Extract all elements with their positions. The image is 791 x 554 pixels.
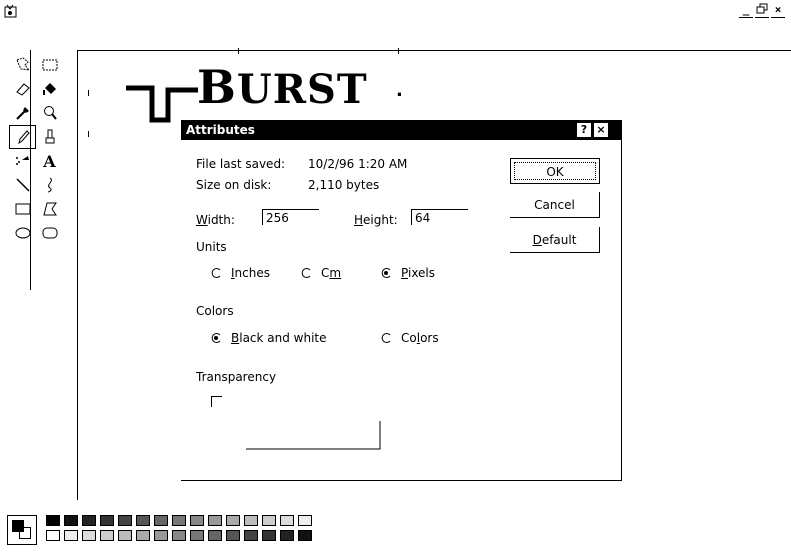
palette-swatch[interactable] <box>46 515 60 526</box>
size-on-disk-label: Size on disk: <box>196 178 272 192</box>
palette-swatch[interactable] <box>208 515 222 526</box>
palette-swatch[interactable] <box>244 530 258 541</box>
text-icon[interactable]: A <box>37 150 62 172</box>
palette-swatch[interactable] <box>46 530 60 541</box>
transparency-label: Transparency <box>196 370 277 384</box>
dialog-title-bar[interactable]: Attributes ? × <box>181 120 621 140</box>
ok-button[interactable]: OK <box>510 158 600 184</box>
dialog-title: Attributes <box>186 123 255 137</box>
rect-select-icon[interactable] <box>37 54 62 76</box>
window-controls: _ × <box>739 3 785 18</box>
palette-swatch[interactable] <box>190 530 204 541</box>
palette-swatch[interactable] <box>82 515 96 526</box>
palette-swatch[interactable] <box>82 530 96 541</box>
height-label: Height: <box>354 213 398 227</box>
height-field[interactable]: 64 <box>411 209 468 225</box>
width-label: Width: <box>196 213 235 227</box>
palette-swatch[interactable] <box>280 530 294 541</box>
palette-swatch[interactable] <box>64 515 78 526</box>
cm-label[interactable]: Cm <box>321 266 341 280</box>
resize-handle[interactable] <box>398 48 399 54</box>
palette-swatch[interactable] <box>136 530 150 541</box>
black-and-white-radio[interactable] <box>211 333 221 343</box>
cm-radio[interactable] <box>301 268 311 278</box>
pencil-icon[interactable] <box>9 125 36 149</box>
palette-swatch[interactable] <box>100 530 114 541</box>
airbrush-icon[interactable] <box>10 150 35 172</box>
magnifier-icon[interactable] <box>37 102 62 124</box>
curve-icon[interactable] <box>37 174 62 196</box>
units-label: Units <box>196 240 227 254</box>
palette-swatch[interactable] <box>118 530 132 541</box>
palette-swatch[interactable] <box>280 515 294 526</box>
palette-swatch[interactable] <box>136 515 150 526</box>
file-last-saved-label: File last saved: <box>196 157 286 171</box>
color-palette <box>46 515 336 545</box>
black-and-white-label[interactable]: Black and white <box>231 331 327 345</box>
foreground-color <box>12 520 24 532</box>
transparency-checkbox[interactable] <box>211 396 222 407</box>
eraser-icon[interactable] <box>10 78 35 100</box>
pixels-radio[interactable] <box>381 268 391 278</box>
logo-text: BURST <box>197 60 368 114</box>
fill-bucket-icon[interactable] <box>37 78 62 100</box>
rectangle-icon[interactable] <box>10 198 35 220</box>
palette-swatch[interactable] <box>298 515 312 526</box>
colors-radio[interactable] <box>381 333 391 343</box>
canvas-top-edge <box>77 50 791 51</box>
palette-swatch[interactable] <box>172 515 186 526</box>
cancel-button[interactable]: Cancel <box>510 192 600 218</box>
minimize-button[interactable]: _ <box>739 3 753 18</box>
palette-swatch[interactable] <box>154 515 168 526</box>
ellipse-icon[interactable] <box>10 222 35 244</box>
inches-radio[interactable] <box>211 268 221 278</box>
current-colors[interactable] <box>7 515 37 545</box>
canvas-left-edge <box>77 50 78 500</box>
palette-swatch[interactable] <box>64 530 78 541</box>
canvas-dot: . <box>396 80 403 101</box>
polygon-icon[interactable] <box>37 198 62 220</box>
attributes-dialog: Attributes ? × File last saved: 10/2/96 … <box>181 120 622 481</box>
rounded-rect-icon[interactable] <box>37 222 62 244</box>
palette-swatch[interactable] <box>190 515 204 526</box>
palette-swatch[interactable] <box>226 530 240 541</box>
inches-label[interactable]: Inches <box>231 266 270 280</box>
size-on-disk-value: 2,110 bytes <box>308 178 380 192</box>
palette-swatch[interactable] <box>226 515 240 526</box>
logo-pulse-mark <box>126 85 198 123</box>
palette-swatch[interactable] <box>118 515 132 526</box>
width-field[interactable]: 256 <box>262 209 319 225</box>
palette-swatch[interactable] <box>298 530 312 541</box>
app-icon[interactable] <box>3 3 19 19</box>
eyedropper-icon[interactable] <box>10 102 35 124</box>
palette-swatch[interactable] <box>100 515 114 526</box>
transparent-color-swatch[interactable] <box>245 420 385 450</box>
brush-icon[interactable] <box>37 126 62 148</box>
palette-swatch[interactable] <box>208 530 222 541</box>
free-form-select-icon[interactable] <box>10 54 35 76</box>
line-icon[interactable] <box>10 174 35 196</box>
resize-handle[interactable] <box>88 131 89 137</box>
resize-handle[interactable] <box>88 90 89 96</box>
file-last-saved-value: 10/2/96 1:20 AM <box>308 157 408 171</box>
pixels-label[interactable]: Pixels <box>401 266 435 280</box>
colors-option-label[interactable]: Colors <box>401 331 439 345</box>
restore-button[interactable] <box>755 3 769 18</box>
dialog-close-button[interactable]: × <box>594 123 608 137</box>
palette-swatch[interactable] <box>262 515 276 526</box>
help-button[interactable]: ? <box>577 123 591 137</box>
resize-handle[interactable] <box>238 48 239 54</box>
palette-swatch[interactable] <box>154 530 168 541</box>
default-button[interactable]: Default <box>510 227 600 253</box>
palette-swatch[interactable] <box>244 515 258 526</box>
close-button[interactable]: × <box>771 3 785 18</box>
palette-swatch[interactable] <box>172 530 186 541</box>
colors-label: Colors <box>196 304 234 318</box>
palette-swatch[interactable] <box>262 530 276 541</box>
